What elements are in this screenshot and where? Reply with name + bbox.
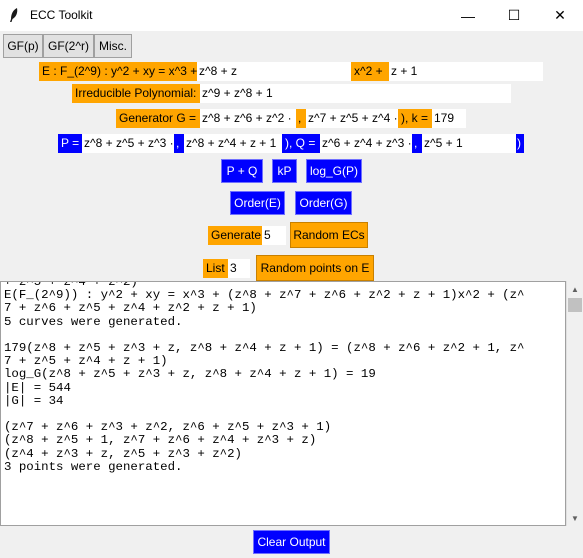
list-label: List	[203, 259, 228, 278]
irreducible-polynomial-label: Irreducible Polynomial:	[72, 84, 200, 103]
output-line: |E| = 544	[4, 380, 71, 395]
maximize-icon: ☐	[507, 7, 521, 23]
output-line: 7 + z^6 + z^5 + z^4 + z^2 + z + 1)	[4, 301, 257, 316]
tab-gf2r[interactable]: GF(2^r)	[43, 34, 94, 58]
a6-coefficient-input[interactable]: z + 1	[389, 62, 543, 81]
output-line: log_G(z^8 + z^5 + z^3 + z, z^8 + z^4 + z…	[4, 367, 376, 382]
points-close-paren: )	[516, 134, 524, 153]
output-line: 7 + z^5 + z^4 + z + 1)	[4, 354, 168, 369]
q-label: ), Q =	[282, 134, 320, 153]
p-x-input[interactable]: z^8 + z^5 + z^3 ·	[82, 134, 174, 153]
p-y-input[interactable]: z^8 + z^4 + z + 1	[184, 134, 282, 153]
a2-coefficient-input[interactable]: z^8 + z	[197, 62, 351, 81]
kp-button[interactable]: kP	[272, 159, 297, 183]
p-label: P =	[58, 134, 82, 153]
irreducible-polynomial-input[interactable]: z^9 + z^8 + 1	[200, 84, 511, 103]
list-count-input[interactable]: 3	[228, 259, 250, 278]
generator-label: Generator G = (	[116, 109, 200, 128]
output-scrollbar[interactable]: ▲ ▼	[566, 281, 583, 526]
output-line: (z^8 + z^5 + 1, z^7 + z^6 + z^4 + z^3 + …	[4, 433, 317, 448]
tab-misc[interactable]: Misc.	[94, 34, 132, 58]
output-line: 179(z^8 + z^5 + z^3 + z, z^8 + z^4 + z +…	[4, 341, 525, 356]
output-line: (z^7 + z^6 + z^3 + z^2, z^6 + z^5 + z^3 …	[4, 420, 332, 435]
maximize-button[interactable]: ☐	[491, 0, 537, 31]
generate-count-input[interactable]: 5	[262, 226, 286, 245]
q-y-input[interactable]: z^5 + 1	[422, 134, 516, 153]
generate-label: Generate	[208, 226, 262, 245]
tab-gfp[interactable]: GF(p)	[3, 34, 43, 58]
generator-x-input[interactable]: z^8 + z^6 + z^2 ·	[200, 109, 296, 128]
log-g-button[interactable]: log_G(P)	[306, 159, 362, 183]
x2-label: x^2 +	[351, 62, 389, 81]
scroll-down-icon[interactable]: ▼	[567, 510, 583, 526]
feather-icon	[10, 8, 18, 22]
close-icon: ✕	[554, 7, 566, 23]
k-input[interactable]: 179	[432, 109, 466, 128]
output-line: 3 points were generated.	[4, 459, 183, 474]
generator-y-input[interactable]: z^7 + z^5 + z^4 ·	[306, 109, 398, 128]
output-line: 5 curves were generated.	[4, 314, 183, 329]
output-text: + z^5 + z^4 + z^2) E(F_(2^9)) : y^2 + xy…	[1, 282, 565, 474]
minimize-icon: —	[461, 7, 475, 24]
scroll-up-icon[interactable]: ▲	[567, 281, 583, 297]
output-line: E(F_(2^9)) : y^2 + xy = x^3 + (z^8 + z^7…	[4, 288, 525, 303]
q-comma: ,	[412, 134, 422, 153]
curve-equation-label: E : F_(2^9) : y^2 + xy = x^3 +	[39, 62, 197, 81]
minimize-button[interactable]: —	[445, 0, 491, 31]
p-comma: ,	[174, 134, 184, 153]
window-title: ECC Toolkit	[30, 8, 93, 22]
random-ecs-button[interactable]: Random ECs	[290, 222, 368, 248]
output-line: (z^4 + z^3 + z, z^5 + z^3 + z^2)	[4, 446, 242, 461]
output-textarea[interactable]: + z^5 + z^4 + z^2) E(F_(2^9)) : y^2 + xy…	[0, 281, 566, 526]
scroll-thumb[interactable]	[568, 298, 582, 312]
order-g-button[interactable]: Order(G)	[295, 191, 352, 215]
generator-comma: ,	[296, 109, 306, 128]
output-line: |G| = 34	[4, 393, 64, 408]
title-bar: ECC Toolkit — ☐ ✕	[0, 0, 583, 31]
order-e-button[interactable]: Order(E)	[230, 191, 285, 215]
close-button[interactable]: ✕	[537, 0, 583, 31]
k-label: ), k =	[398, 109, 432, 128]
p-plus-q-button[interactable]: P + Q	[221, 159, 263, 183]
random-points-button[interactable]: Random points on E	[256, 255, 374, 281]
clear-output-button[interactable]: Clear Output	[253, 530, 330, 554]
q-x-input[interactable]: z^6 + z^4 + z^3 ·	[320, 134, 412, 153]
